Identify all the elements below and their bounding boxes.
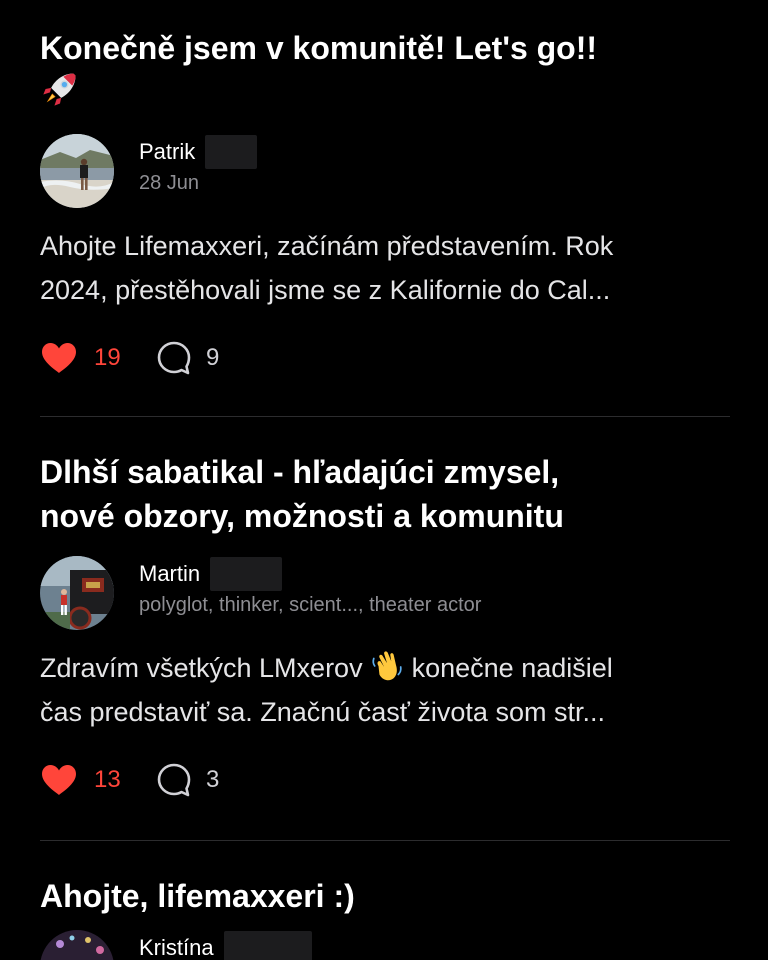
excerpt-line: Zdravím všetkých LMxerov konečne nadišie… <box>40 646 730 690</box>
divider <box>40 416 730 417</box>
heart-icon[interactable] <box>40 763 78 797</box>
post-card[interactable]: Dlhší sabatikal - hľadajúci zmysel, nové… <box>40 450 730 800</box>
excerpt-text: Zdravím všetkých LMxerov <box>40 653 363 683</box>
post-excerpt[interactable]: Ahojte Lifemaxxeri, začínám představením… <box>40 224 730 312</box>
post-card[interactable]: Ahojte, lifemaxxeri :) Kristína <box>40 874 730 960</box>
heart-icon[interactable] <box>40 341 78 375</box>
post-feed: Konečně jsem v komunitě! Let's go!! Patr… <box>0 0 768 960</box>
post-card[interactable]: Konečně jsem v komunitě! Let's go!! Patr… <box>40 26 730 378</box>
post-author[interactable]: Martin polyglot, thinker, scient..., the… <box>40 556 730 634</box>
avatar[interactable] <box>40 930 114 960</box>
divider <box>40 840 730 841</box>
author-name[interactable]: Patrik <box>139 139 195 165</box>
post-stats: 13 3 <box>40 760 730 800</box>
redacted-surname <box>210 557 283 591</box>
author-name-row: Patrik <box>139 135 258 169</box>
avatar[interactable] <box>40 556 114 630</box>
author-tagline: polyglot, thinker, scient..., theater ac… <box>139 594 482 616</box>
comment-icon[interactable] <box>156 340 192 376</box>
post-title[interactable]: Dlhší sabatikal - hľadajúci zmysel, nové… <box>40 450 730 540</box>
post-date: 28 Jun <box>139 172 200 194</box>
post-title-line: nové obzory, možnosti a komunitu <box>40 498 564 534</box>
excerpt-text: konečne nadišiel <box>411 653 613 683</box>
post-stats: 19 9 <box>40 338 730 378</box>
like-count: 13 <box>94 766 121 793</box>
post-author[interactable]: Kristína <box>40 930 730 960</box>
post-author[interactable]: Patrik 28 Jun <box>40 134 730 212</box>
comment-count: 3 <box>206 766 220 793</box>
author-name[interactable]: Martin <box>139 561 200 587</box>
author-name[interactable]: Kristína <box>139 935 214 960</box>
post-title-text: Konečně jsem v komunitě! Let's go!! <box>40 30 598 66</box>
post-title-line: Dlhší sabatikal - hľadajúci zmysel, <box>40 454 560 490</box>
like-count: 19 <box>94 344 121 371</box>
rocket-emoji-icon <box>43 73 76 106</box>
avatar[interactable] <box>40 134 114 208</box>
excerpt-line: Ahojte Lifemaxxeri, začínám představením… <box>40 231 614 261</box>
post-title[interactable]: Ahojte, lifemaxxeri :) <box>40 874 730 918</box>
comment-icon[interactable] <box>156 762 192 798</box>
excerpt-line: čas predstaviť sa. Značnú časť života so… <box>40 697 605 727</box>
redacted-surname <box>205 135 258 169</box>
post-excerpt[interactable]: Zdravím všetkých LMxerov konečne nadišie… <box>40 646 730 734</box>
post-title[interactable]: Konečně jsem v komunitě! Let's go!! <box>40 26 730 120</box>
author-name-row: Martin <box>139 557 283 591</box>
comment-count: 9 <box>206 344 220 371</box>
waving-hand-emoji-icon <box>372 651 402 681</box>
excerpt-line: 2024, přestěhovali jsme se z Kalifornie … <box>40 275 611 305</box>
author-name-row: Kristína <box>139 931 312 960</box>
redacted-surname <box>223 931 312 960</box>
